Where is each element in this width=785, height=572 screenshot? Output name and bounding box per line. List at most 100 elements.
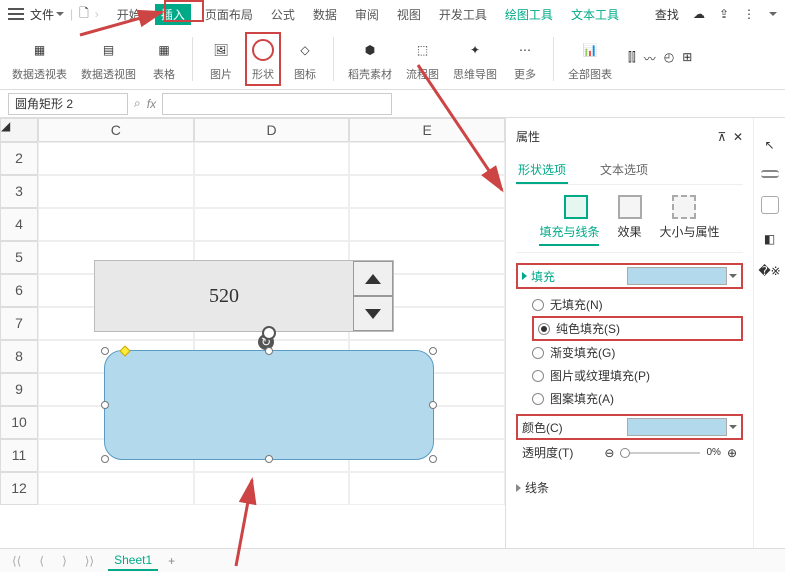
caret-icon[interactable]: [729, 274, 737, 278]
minus-icon[interactable]: ⊖: [604, 446, 614, 460]
add-sheet-button[interactable]: +: [168, 554, 175, 568]
chart-line-icon[interactable]: 〰: [644, 50, 656, 67]
share-icon[interactable]: ⇪: [719, 7, 729, 21]
color-swatch[interactable]: [627, 418, 727, 436]
rib-daoke[interactable]: ⬢稻壳素材: [344, 36, 396, 82]
row-9[interactable]: 9: [0, 373, 38, 406]
radio-no-fill[interactable]: 无填充(N): [532, 293, 743, 316]
select-tool-icon[interactable]: ↖: [764, 138, 774, 152]
row-12[interactable]: 12: [0, 472, 38, 505]
opacity-slider[interactable]: [620, 452, 700, 454]
col-e[interactable]: E: [349, 118, 505, 142]
rib-pivot[interactable]: ▦数据透视表: [8, 36, 71, 82]
radio-gradient-fill[interactable]: 渐变填充(G): [532, 341, 743, 364]
radio-solid-fill[interactable]: 纯色填充(S): [532, 316, 743, 341]
effects-icon[interactable]: [618, 195, 642, 219]
tab-layout[interactable]: 页面布局: [201, 4, 257, 25]
file-menu[interactable]: 文件: [30, 6, 64, 23]
tab-formula[interactable]: 公式: [267, 4, 299, 25]
tab-view[interactable]: 视图: [393, 4, 425, 25]
rib-pivotchart[interactable]: ▤数据透视图: [77, 36, 140, 82]
resize-handle[interactable]: [265, 347, 273, 355]
col-d[interactable]: D: [194, 118, 350, 142]
col-c[interactable]: C: [38, 118, 194, 142]
tab-dev[interactable]: 开发工具: [435, 4, 491, 25]
rib-pic[interactable]: 🖼图片: [203, 36, 239, 82]
row-10[interactable]: 10: [0, 406, 38, 439]
line-section-header[interactable]: 线条: [516, 475, 743, 500]
resize-handle[interactable]: [265, 455, 273, 463]
rib-more[interactable]: ⋯更多: [507, 36, 543, 82]
subtab-effects[interactable]: 效果: [617, 223, 641, 246]
tab-review[interactable]: 审阅: [351, 4, 383, 25]
spin-down-button[interactable]: [353, 296, 393, 331]
row-3[interactable]: 3: [0, 175, 38, 208]
tab-insert[interactable]: 插入: [155, 4, 191, 25]
row-8[interactable]: 8: [0, 340, 38, 373]
row-11[interactable]: 11: [0, 439, 38, 472]
plus-icon[interactable]: ⊕: [727, 446, 737, 460]
collapse-icon[interactable]: [769, 12, 777, 16]
sheet-tab[interactable]: Sheet1: [108, 551, 158, 571]
close-icon[interactable]: ✕: [733, 130, 743, 144]
settings-tool-icon[interactable]: [761, 170, 779, 178]
radio-picture-fill[interactable]: 图片或纹理填充(P): [532, 364, 743, 387]
resize-handle[interactable]: [101, 455, 109, 463]
next-sheet-button[interactable]: ⟩: [58, 554, 71, 568]
row-5[interactable]: 5: [0, 241, 38, 274]
palette-tool-icon[interactable]: ◧: [764, 232, 775, 246]
resize-handle[interactable]: [429, 455, 437, 463]
formula-input[interactable]: [162, 93, 392, 115]
caret-icon[interactable]: [729, 425, 737, 429]
tab-start[interactable]: 开始: [113, 4, 145, 25]
search-glass-icon[interactable]: ⌕: [134, 96, 141, 111]
search-label[interactable]: 查找: [655, 6, 679, 23]
more-icon[interactable]: ⋮: [743, 7, 755, 21]
save-icon[interactable]: 🗋: [79, 4, 89, 25]
pin-icon[interactable]: ⊼: [717, 130, 726, 144]
chart-pie-icon[interactable]: ◴: [664, 50, 674, 67]
spin-up-button[interactable]: [353, 261, 393, 296]
last-sheet-button[interactable]: ⟩⟩: [81, 554, 98, 568]
rib-icon[interactable]: ◇图标: [287, 36, 323, 82]
tab-texttools[interactable]: 文本工具: [567, 4, 623, 25]
link-tool-icon[interactable]: �※: [758, 264, 780, 278]
subtab-fill-line[interactable]: 填充与线条: [539, 223, 599, 246]
row-7[interactable]: 7: [0, 307, 38, 340]
chart-misc-icon[interactable]: ⊞: [682, 50, 692, 67]
panel-tab-shape[interactable]: 形状选项: [516, 157, 568, 184]
panel-tab-text[interactable]: 文本选项: [598, 157, 650, 184]
rib-flow[interactable]: ⬚流程图: [402, 36, 443, 82]
chart-bar-icon[interactable]: ⫿⫿: [628, 50, 636, 67]
tab-drawtools[interactable]: 绘图工具: [501, 4, 557, 25]
subtab-size[interactable]: 大小与属性: [660, 223, 720, 246]
color-field[interactable]: 颜色(C): [516, 414, 743, 440]
resize-handle[interactable]: [101, 347, 109, 355]
name-box[interactable]: 圆角矩形 2: [8, 93, 128, 115]
row-6[interactable]: 6: [0, 274, 38, 307]
first-sheet-button[interactable]: ⟨⟨: [8, 554, 25, 568]
resize-handle[interactable]: [429, 401, 437, 409]
spinner-control[interactable]: 520: [94, 260, 394, 332]
size-prop-icon[interactable]: [672, 195, 696, 219]
rib-allcharts[interactable]: 📊全部图表: [564, 36, 616, 82]
rounded-rectangle-shape[interactable]: [104, 350, 434, 460]
tool-icon[interactable]: [761, 196, 779, 214]
fill-section-header[interactable]: 填充: [516, 263, 743, 289]
radio-pattern-fill[interactable]: 图案填充(A): [532, 387, 743, 410]
rib-table[interactable]: ▦表格: [146, 36, 182, 82]
fill-color-swatch[interactable]: [627, 267, 727, 285]
rib-shape[interactable]: 形状: [245, 32, 281, 86]
menu-icon[interactable]: [8, 8, 24, 20]
tab-data[interactable]: 数据: [309, 4, 341, 25]
prev-sheet-button[interactable]: ⟨: [35, 554, 48, 568]
row-2[interactable]: 2: [0, 142, 38, 175]
rib-mind[interactable]: ✦思维导图: [449, 36, 501, 82]
rotate-handle[interactable]: [262, 326, 276, 340]
resize-handle[interactable]: [101, 401, 109, 409]
resize-handle[interactable]: [429, 347, 437, 355]
fill-line-icon[interactable]: [564, 195, 588, 219]
select-all[interactable]: ◢: [0, 118, 38, 142]
row-4[interactable]: 4: [0, 208, 38, 241]
cloud-icon[interactable]: ☁: [693, 7, 705, 21]
